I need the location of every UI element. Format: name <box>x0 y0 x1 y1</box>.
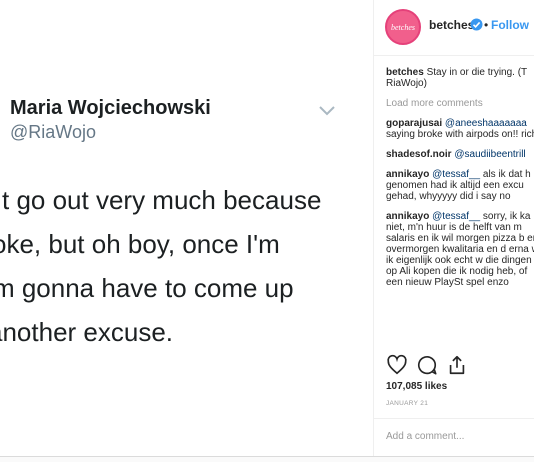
comment-list: betches Stay in or die trying. (T RiaWoj… <box>386 67 534 297</box>
share-icon[interactable] <box>446 354 468 376</box>
comment-text: sorry, ik ka niet, m'n huur is de helft … <box>386 211 534 288</box>
caption-username[interactable]: betches <box>386 67 424 78</box>
post-actions <box>386 354 534 380</box>
post-date[interactable]: JANUARY 21 <box>386 400 428 407</box>
comment-mention[interactable]: @aneeshaaaaaaa <box>445 118 527 129</box>
comment-mention[interactable]: @tessaf__ <box>432 211 480 222</box>
like-count[interactable]: 107,085 likes <box>386 381 447 392</box>
tweet-author-handle: @RiaWojo <box>10 122 96 142</box>
comment-username[interactable]: shadesof.noir <box>386 149 452 160</box>
tweet-line: another excuse. <box>0 317 174 347</box>
load-more-comments-button[interactable]: Load more comments <box>386 98 534 109</box>
divider <box>374 55 534 56</box>
add-comment-input[interactable]: Add a comment... <box>386 431 464 442</box>
comment-text: saying broke with airpods on!! rich <box>386 129 534 140</box>
instagram-post-modal: Maria Wojciechowski @RiaWojo t go out ve… <box>0 0 534 462</box>
tweet-line: oke, but oh boy, once I'm <box>0 229 280 259</box>
comment-username[interactable]: annikayo <box>386 169 429 180</box>
page-footer-edge <box>0 456 534 462</box>
separator-dot: • <box>484 18 489 32</box>
tweet-author-name: Maria Wojciechowski <box>10 97 211 119</box>
caption-text-cont: RiaWojo) <box>386 78 427 89</box>
caption: betches Stay in or die trying. (T RiaWoj… <box>386 67 534 89</box>
tweet-line: t go out very much because <box>2 185 322 215</box>
tweet-text: t go out very much because oke, but oh b… <box>0 178 373 354</box>
tweet-line: 'm gonna have to come up <box>0 273 294 303</box>
list-item: shadesof.noir @saudiibeentrill <box>386 149 534 160</box>
list-item: goparajusai @aneeshaaaaaaa saying broke … <box>386 118 534 140</box>
comment-username[interactable]: annikayo <box>386 211 429 222</box>
follow-button[interactable]: Follow <box>491 18 529 32</box>
divider <box>374 418 534 419</box>
comment-icon[interactable] <box>416 354 438 376</box>
list-item: annikayo @tessaf__ sorry, ik ka niet, m'… <box>386 211 534 288</box>
verified-badge-icon <box>470 18 483 31</box>
username-link[interactable]: betches <box>429 18 474 32</box>
post-sidebar: betches betches • Follow betches Stay in… <box>374 0 534 456</box>
comment-mention[interactable]: @saudiibeentrill <box>454 149 525 160</box>
comment-mention[interactable]: @tessaf__ <box>432 169 480 180</box>
chevron-down-icon <box>319 106 335 116</box>
heart-icon[interactable] <box>386 354 408 376</box>
avatar[interactable]: betches <box>385 9 421 45</box>
post-image: Maria Wojciechowski @RiaWojo t go out ve… <box>0 0 373 456</box>
comment-username[interactable]: goparajusai <box>386 118 442 129</box>
caption-text: Stay in or die trying. (T <box>426 67 528 78</box>
post-header: betches betches • Follow <box>374 0 534 55</box>
list-item: annikayo @tessaf__ als ik dat h genomen … <box>386 169 534 202</box>
